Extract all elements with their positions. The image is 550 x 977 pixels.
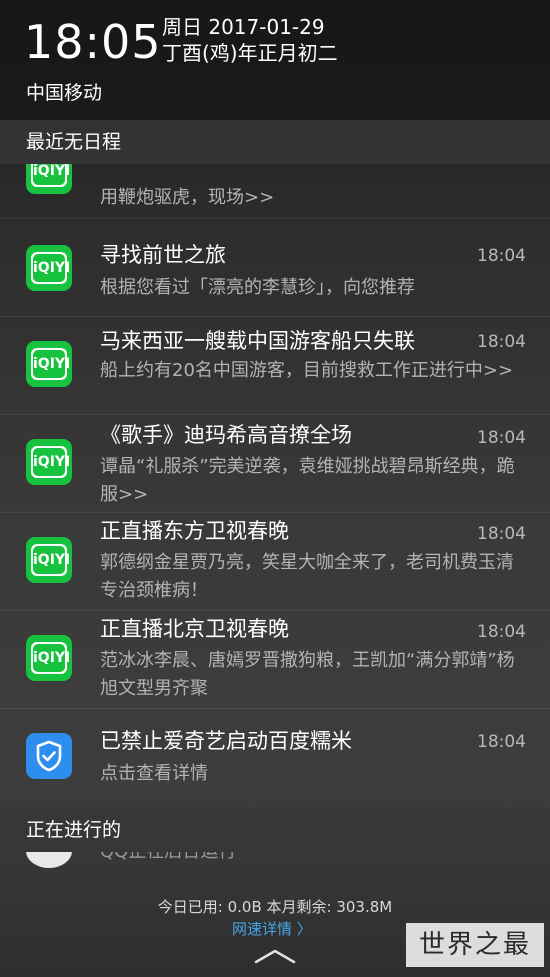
notification-item[interactable]: iQIYI 用鞭炮驱虎，现场>> [0, 164, 550, 219]
notification-title: 正直播东方卫视春晚 [100, 519, 289, 543]
schedule-header-label: 最近无日程 [26, 131, 122, 153]
carrier-name: 中国移动 [26, 82, 103, 104]
ongoing-item-text: QQ正在后台运行 [100, 852, 236, 864]
notification-title: 《歌手》迪玛希高音撩全场 [100, 423, 352, 447]
lunar-date-line: 丁酉(鸡)年正月初二 [162, 41, 338, 65]
date-line: 周日 2017-01-29 [162, 15, 325, 39]
notification-body: 谭晶“礼服杀”完美逆袭，袁维娅挑战碧昂斯经典，跪服>> [100, 456, 515, 505]
notification-time: 18:04 [477, 428, 526, 448]
ongoing-header: 正在进行的 [0, 808, 550, 852]
notification-item[interactable]: iQIYI 寻找前世之旅 18:04 根据您看过「漂亮的李慧珍」，向您推荐 [0, 219, 550, 317]
schedule-header[interactable]: 最近无日程 [0, 120, 550, 164]
notification-time: 18:04 [477, 732, 526, 752]
iqiyi-app-icon: iQIYI [26, 537, 72, 583]
shield-check-icon [26, 733, 72, 779]
notification-body: 船上约有20名中国游客，目前搜救工作正进行中>> [100, 360, 514, 381]
iqiyi-app-icon: iQIYI [26, 341, 72, 387]
notification-item[interactable]: iQIYI 正直播东方卫视春晚 18:04 郭德纲金星贾乃亮，笑星大咖全来了，老… [0, 513, 550, 611]
ongoing-header-label: 正在进行的 [26, 819, 122, 841]
notification-title: 马来西亚一艘载中国游客船只失联 [100, 329, 415, 353]
notification-item[interactable]: iQIYI 正直播北京卫视春晚 18:04 范冰冰李晨、唐嫣罗晋撒狗粮，王凯加“… [0, 611, 550, 709]
notification-time: 18:04 [477, 524, 526, 544]
iqiyi-app-icon: iQIYI [26, 439, 72, 485]
notification-item[interactable]: iQIYI 马来西亚一艘载中国游客船只失联 18:04 船上约有20名中国游客，… [0, 317, 550, 415]
notification-body: 点击查看详情 [100, 763, 208, 784]
iqiyi-app-icon: iQIYI [26, 635, 72, 681]
notification-body: 郭德纲金星贾乃亮，笑星大咖全来了，老司机费玉清专治颈椎病！ [100, 552, 514, 601]
notification-body: 用鞭炮驱虎，现场>> [100, 187, 275, 208]
notification-title: 已禁止爱奇艺启动百度糯米 [100, 729, 352, 753]
data-usage: 今日已用: 0.0B 本月剩余: 303.8M [157, 898, 393, 916]
chevron-up-icon[interactable] [254, 948, 296, 964]
notification-title: 正直播北京卫视春晚 [100, 617, 289, 641]
notification-list[interactable]: iQIYI 用鞭炮驱虎，现场>> iQIYI 寻找前世之旅 18:04 根据您看… [0, 164, 550, 804]
notification-time: 18:04 [477, 622, 526, 642]
notification-time: 18:04 [477, 246, 526, 266]
iqiyi-app-icon: iQIYI [26, 245, 72, 291]
iqiyi-app-icon: iQIYI [26, 164, 72, 194]
notification-body: 范冰冰李晨、唐嫣罗晋撒狗粮，王凯加“满分郭靖”杨旭文型男齐聚 [100, 650, 515, 699]
watermark: 世界之最 [406, 923, 544, 967]
notification-body: 根据您看过「漂亮的李慧珍」，向您推荐 [100, 277, 415, 298]
network-details-link[interactable]: 网速详情 〉 [232, 918, 312, 940]
ongoing-item[interactable]: QQ正在后台运行 [0, 852, 550, 888]
qq-app-icon [26, 852, 72, 868]
clock: 18:05 [24, 15, 162, 69]
notification-item[interactable]: iQIYI 《歌手》迪玛希高音撩全场 18:04 谭晶“礼服杀”完美逆袭，袁维娅… [0, 415, 550, 513]
notification-time: 18:04 [477, 332, 526, 352]
notification-title: 寻找前世之旅 [100, 243, 226, 267]
notification-item[interactable]: 已禁止爱奇艺启动百度糯米 18:04 点击查看详情 [0, 709, 550, 804]
